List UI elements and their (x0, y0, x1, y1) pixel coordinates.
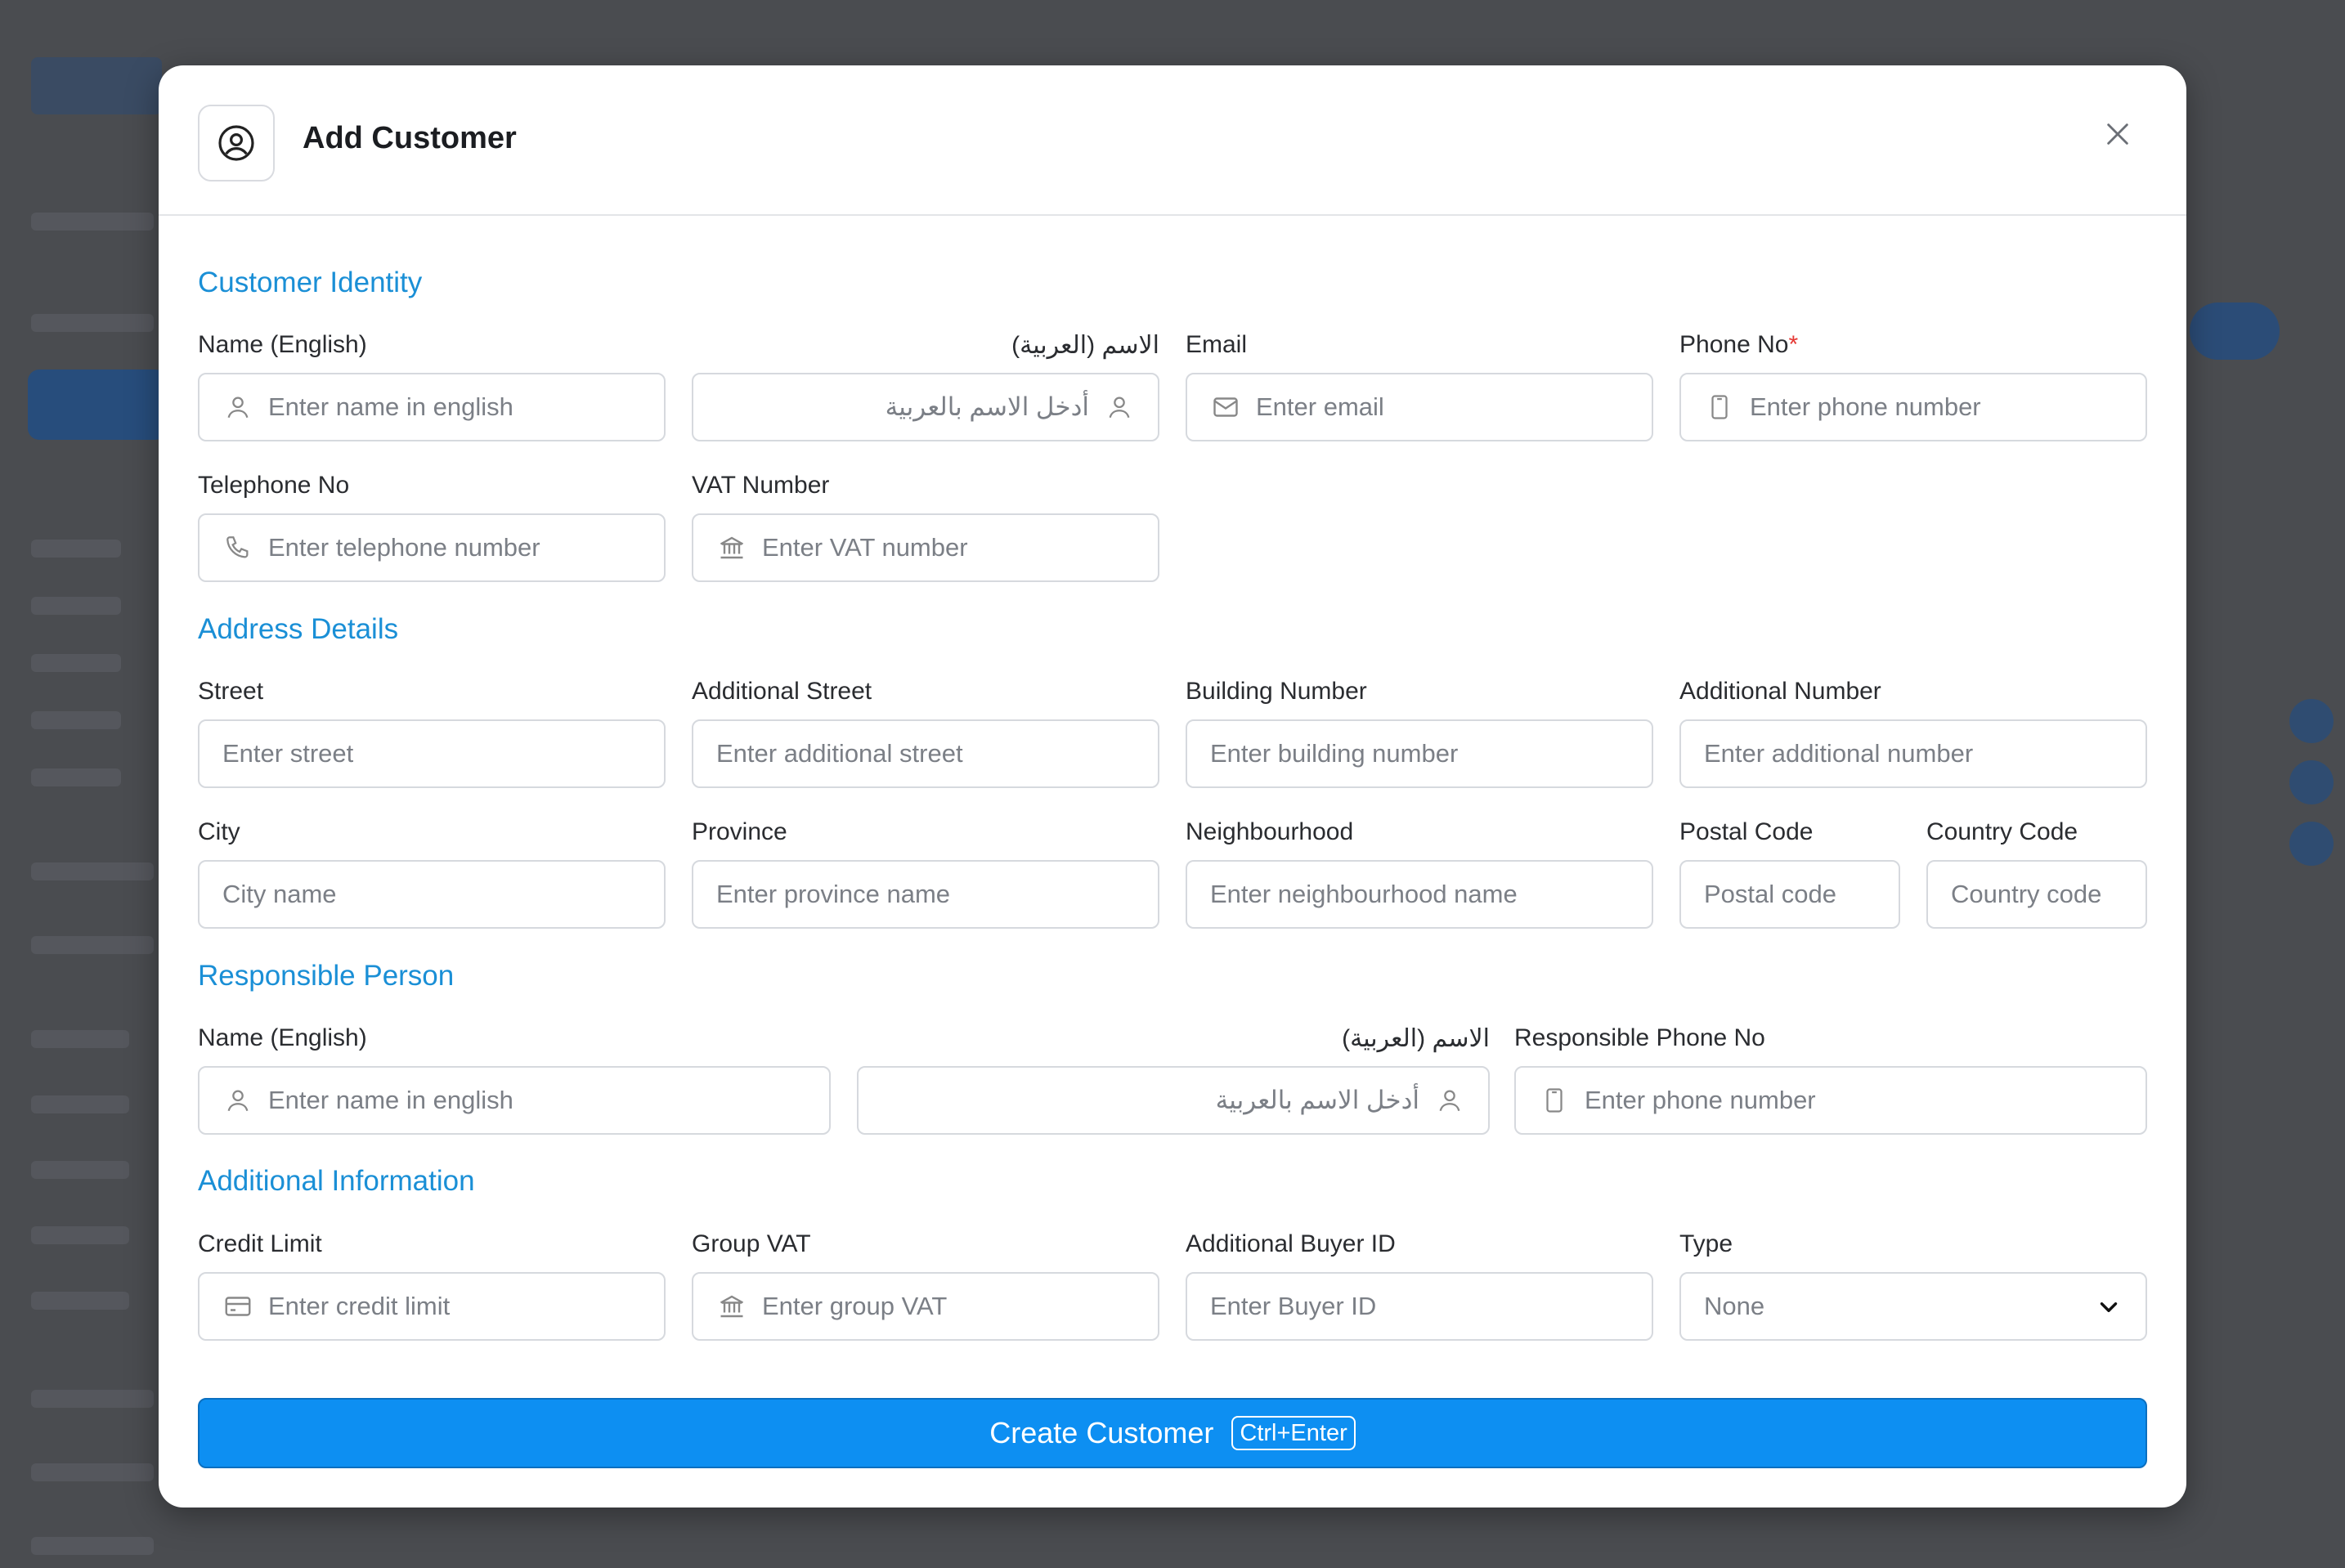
street-label: Street (198, 678, 264, 705)
chevron-down-icon (2095, 1293, 2123, 1321)
phone-icon (222, 532, 253, 563)
background-action-button (2190, 302, 2280, 360)
postal-code-input[interactable]: Postal code (1679, 860, 1900, 929)
phone-input[interactable]: Enter phone number (1679, 373, 2147, 441)
background-nav-item (31, 1095, 129, 1113)
province-label: Province (692, 818, 787, 845)
bank-icon (716, 1291, 747, 1322)
name-english-label: Name (English) (198, 331, 367, 358)
telephone-input[interactable]: Enter telephone number (198, 513, 666, 582)
vat-input[interactable]: Enter VAT number (692, 513, 1159, 582)
section-title-customer-identity: Customer Identity (198, 267, 423, 298)
type-select[interactable]: None (1679, 1272, 2147, 1341)
background-nav-item (31, 597, 121, 615)
country-code-input[interactable]: Country code (1926, 860, 2147, 929)
name-arabic-label: الاسم (العربية) (1011, 332, 1159, 359)
group-vat-label: Group VAT (692, 1230, 811, 1257)
background-nav-item (31, 1292, 129, 1310)
background-nav-item (31, 1161, 129, 1179)
responsible-phone-label: Responsible Phone No (1514, 1024, 1765, 1051)
background-nav-item (31, 654, 121, 672)
buyer-id-input[interactable]: Enter Buyer ID (1186, 1272, 1653, 1341)
group-vat-input[interactable]: Enter group VAT (692, 1272, 1159, 1341)
building-number-input[interactable]: Enter building number (1186, 719, 1653, 788)
keyboard-shortcut-badge: Ctrl+Enter (1231, 1416, 1356, 1450)
background-nav-active (28, 370, 167, 440)
province-input[interactable]: Enter province name (692, 860, 1159, 929)
responsible-name-arabic-label: الاسم (العربية) (1342, 1025, 1490, 1052)
vat-label: VAT Number (692, 472, 830, 499)
buyer-id-label: Additional Buyer ID (1186, 1230, 1396, 1257)
section-title-additional-information: Additional Information (198, 1165, 475, 1197)
responsible-name-arabic-input[interactable]: أدخل الاسم بالعربية (857, 1066, 1490, 1135)
type-label: Type (1679, 1230, 1733, 1257)
modal-header: Add Customer (159, 65, 2186, 216)
background-nav-item (31, 862, 154, 880)
email-label: Email (1186, 331, 1248, 358)
background-nav-item (31, 1226, 129, 1244)
modal-title: Add Customer (303, 121, 517, 155)
user-circle-icon (198, 105, 275, 181)
city-input[interactable]: City name (198, 860, 666, 929)
background-app-logo (31, 57, 162, 114)
bank-icon (716, 532, 747, 563)
email-input[interactable]: Enter email (1186, 373, 1653, 441)
background-nav-item (31, 1030, 129, 1048)
user-icon (222, 1085, 253, 1116)
mobile-phone-icon (1539, 1085, 1570, 1116)
additional-street-input[interactable]: Enter additional street (692, 719, 1159, 788)
background-nav-item (31, 711, 121, 729)
add-customer-modal: Add Customer Customer Identity Name (Eng… (159, 65, 2186, 1508)
neighbourhood-label: Neighbourhood (1186, 818, 1354, 845)
credit-card-icon (222, 1291, 253, 1322)
building-number-label: Building Number (1186, 678, 1367, 705)
background-dot (2289, 699, 2334, 743)
create-customer-label: Create Customer (989, 1416, 1214, 1449)
name-english-input[interactable]: Enter name in english (198, 373, 666, 441)
credit-limit-input[interactable]: Enter credit limit (198, 1272, 666, 1341)
responsible-name-english-label: Name (English) (198, 1024, 367, 1051)
credit-limit-label: Credit Limit (198, 1230, 322, 1257)
user-icon (222, 392, 253, 423)
additional-number-input[interactable]: Enter additional number (1679, 719, 2147, 788)
country-code-label: Country Code (1926, 818, 2078, 845)
background-nav-item (31, 768, 121, 786)
close-icon (2107, 123, 2128, 145)
create-customer-button[interactable]: Create Customer Ctrl+Enter (198, 1398, 2147, 1468)
user-icon (1434, 1085, 1465, 1116)
background-nav-item (31, 213, 154, 231)
background-nav-item (31, 1390, 154, 1408)
responsible-name-english-input[interactable]: Enter name in english (198, 1066, 831, 1135)
telephone-label: Telephone No (198, 472, 350, 499)
user-icon (1104, 392, 1135, 423)
background-nav-item (31, 1463, 154, 1481)
background-nav-item (31, 314, 154, 332)
required-marker: * (1788, 331, 1799, 358)
background-nav-item (31, 936, 154, 954)
background-dot (2289, 760, 2334, 804)
background-nav-item (31, 1537, 154, 1555)
city-label: City (198, 818, 240, 845)
phone-label: Phone No* (1679, 331, 1799, 358)
background-dot (2289, 822, 2334, 866)
section-title-responsible-person: Responsible Person (198, 960, 455, 992)
close-button[interactable] (2096, 113, 2139, 155)
background-nav-item (31, 540, 121, 558)
mobile-phone-icon (1704, 392, 1735, 423)
additional-street-label: Additional Street (692, 678, 872, 705)
postal-code-label: Postal Code (1679, 818, 1814, 845)
street-input[interactable]: Enter street (198, 719, 666, 788)
name-arabic-input[interactable]: أدخل الاسم بالعربية (692, 373, 1159, 441)
responsible-phone-input[interactable]: Enter phone number (1514, 1066, 2147, 1135)
neighbourhood-input[interactable]: Enter neighbourhood name (1186, 860, 1653, 929)
section-title-address-details: Address Details (198, 613, 399, 645)
mail-icon (1210, 392, 1241, 423)
additional-number-label: Additional Number (1679, 678, 1881, 705)
